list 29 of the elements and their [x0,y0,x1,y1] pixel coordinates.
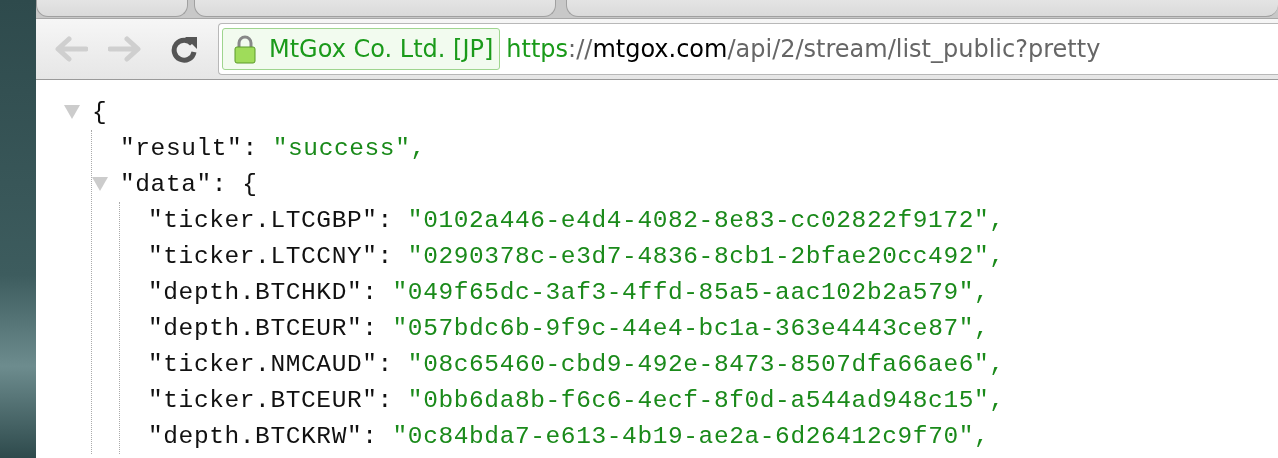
browser-tab[interactable] [36,0,188,17]
browser-tab[interactable] [566,0,1278,17]
json-key: "depth.BTCKRW": [148,422,378,450]
collapse-triangle-icon[interactable] [64,105,80,119]
json-brace: { [242,170,257,198]
json-value: "0290378c-e3d7-4836-8cb1-2bfae20cc492", [407,242,1005,270]
browser-tab[interactable] [194,0,556,17]
identity-label: MtGox Co. Ltd. [JP] [269,35,494,63]
json-value: "0bb6da8b-f6c6-4ecf-8f0d-a544ad948c15", [407,386,1005,414]
json-value: "0c84bda7-e613-4b19-ae2a-6d26412c9f70", [392,422,990,450]
json-value: "049f65dc-3af3-4ffd-85a5-aac102b2a579", [392,278,990,306]
json-key: "result": [120,134,258,162]
json-key: "depth.BTCEUR": [148,314,378,342]
json-key: "ticker.NMCAUD": [148,350,393,378]
json-key: "ticker.BTCEUR": [148,386,393,414]
json-value: "success", [272,134,426,162]
json-key: "depth.BTCHKD": [148,278,378,306]
json-key: "ticker.LTCCNY": [148,242,393,270]
json-value: "057bdc6b-9f9c-44e4-bc1a-363e4443ce87", [392,314,990,342]
json-value: "0102a446-e4d4-4082-8e83-cc02822f9172", [407,206,1005,234]
json-key: "ticker.LTCGBP": [148,206,393,234]
json-brace: { [92,98,107,126]
url-text: https://mtgox.com/api/2/stream/list_public?pretty [506,35,1101,63]
json-value: "08c65460-cbd9-492e-8473-8507dfa66ae6", [407,350,1005,378]
lock-icon [233,34,257,64]
json-key: "data": [120,170,228,198]
collapse-triangle-icon[interactable] [92,177,108,191]
address-bar[interactable]: MtGox Co. Ltd. [JP] https://mtgox.com/api/2/stream/list_public?pretty [218,23,1278,75]
reload-button[interactable] [170,35,198,63]
